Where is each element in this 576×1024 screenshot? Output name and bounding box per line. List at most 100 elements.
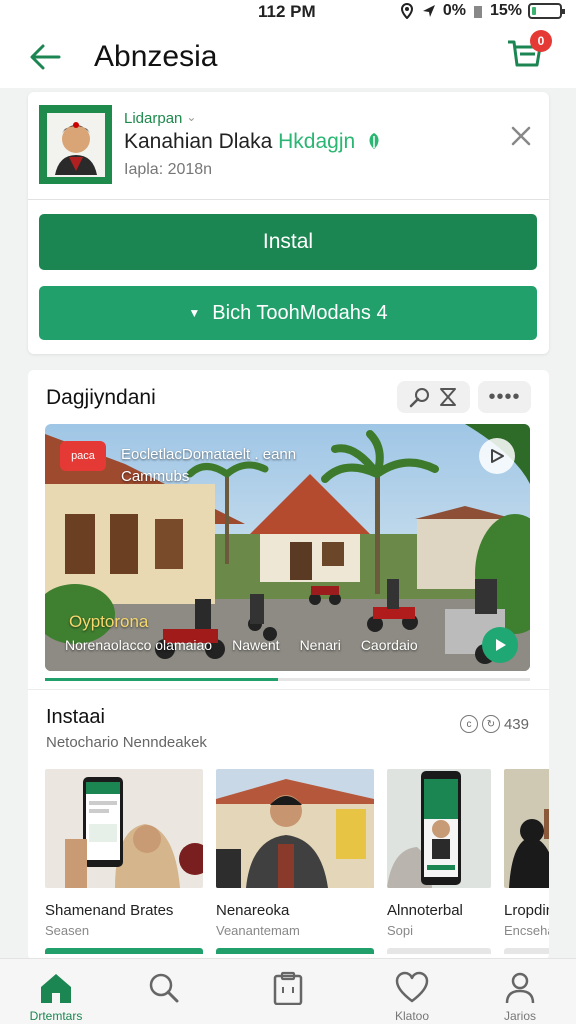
app-header: Abnzesia 0 bbox=[0, 26, 576, 88]
video-caption-line1: EocletlacDomataelt . eann bbox=[121, 446, 297, 463]
nav-search[interactable] bbox=[119, 959, 209, 1024]
play-button[interactable] bbox=[482, 627, 518, 663]
screenshot-image bbox=[45, 769, 203, 888]
screenshot-subtitle: Encsehas bbox=[504, 923, 549, 938]
navigation-icon bbox=[422, 5, 435, 17]
video-badge: paca bbox=[60, 441, 106, 471]
page-title: Abnzesia bbox=[94, 40, 218, 73]
screenshot-card[interactable]: Lropdin Encsehas bbox=[504, 769, 549, 959]
more-icon: •••• bbox=[488, 385, 521, 408]
more-button[interactable]: •••• bbox=[478, 381, 531, 413]
video-subtitle: Caordaio bbox=[360, 637, 418, 653]
action-pill bbox=[397, 381, 470, 413]
search-icon[interactable] bbox=[408, 385, 432, 409]
screenshot-image bbox=[504, 769, 549, 888]
developer-label: Lidarpan bbox=[124, 110, 183, 127]
screenshot-subtitle: Veanantemam bbox=[216, 923, 300, 938]
nav-favorites[interactable]: Klatoo bbox=[367, 959, 457, 1024]
video-subtitle: Nawent bbox=[232, 637, 280, 653]
signal-text: 0% bbox=[442, 2, 466, 19]
screenshot-subtitle: Seasen bbox=[45, 923, 90, 938]
video-label: Oyptorona bbox=[69, 612, 149, 631]
screenshot-title: Lropdin bbox=[504, 902, 549, 919]
location-icon bbox=[400, 3, 413, 19]
nav-profile[interactable]: Jarios bbox=[475, 959, 565, 1024]
app-developer[interactable]: Lidarpan ⌄ bbox=[124, 110, 196, 127]
arrow-left-icon bbox=[30, 44, 61, 70]
leaf-icon bbox=[369, 133, 379, 149]
cart-badge: 0 bbox=[530, 30, 552, 52]
emblem-icon bbox=[46, 112, 105, 177]
heart-icon bbox=[395, 971, 429, 1003]
battery-level bbox=[532, 7, 536, 15]
status-time: 112 PM bbox=[258, 2, 316, 21]
screenshots-count: c ↻ 439 bbox=[459, 715, 529, 733]
screenshot-title: Nenareoka bbox=[216, 902, 290, 919]
nav-label: Klatoo bbox=[394, 1009, 430, 1023]
share-button[interactable] bbox=[479, 438, 515, 474]
refresh-icon: ↻ bbox=[481, 715, 500, 733]
user-icon bbox=[505, 972, 535, 1004]
video-subtitle: Norenaolacco olamaiao bbox=[65, 637, 213, 653]
chevron-down-icon: ▼ bbox=[188, 306, 201, 320]
app-name-prefix: Kanahian Dlaka bbox=[124, 130, 273, 153]
preview-card: Dagjiyndani •••• paca EocletlacDomataelt… bbox=[28, 370, 549, 960]
video-preview[interactable]: paca EocletlacDomataelt . eann Cammubs O… bbox=[45, 424, 530, 671]
screenshot-bar bbox=[45, 948, 203, 954]
nav-library[interactable] bbox=[243, 959, 333, 1024]
battery-text: 15% bbox=[489, 2, 522, 19]
screenshot-card[interactable]: Alnnoterbal Sopi bbox=[387, 769, 491, 959]
share-icon bbox=[491, 449, 504, 463]
screenshot-list: Shamenand Brates Seasen Nenareoka Veanan… bbox=[45, 769, 549, 959]
app-name: Kanahian Dlaka Hkdagjn bbox=[124, 130, 383, 154]
screenshot-image bbox=[387, 769, 491, 888]
app-logo bbox=[39, 105, 112, 184]
hourglass-icon[interactable] bbox=[437, 386, 459, 408]
divider bbox=[28, 199, 549, 200]
battery-icon bbox=[528, 3, 565, 19]
video-caption: EocletlacDomataelt . eann Cammubs bbox=[121, 444, 296, 488]
play-icon bbox=[496, 639, 506, 651]
video-subtitles: Norenaolacco olamaiao Nawent Nenari Caor… bbox=[65, 637, 418, 653]
nav-label: Drtemtars bbox=[29, 1009, 83, 1023]
screenshot-title: Alnnoterbal bbox=[387, 902, 463, 919]
chevron-down-icon: ⌄ bbox=[186, 110, 197, 124]
screenshot-card[interactable]: Nenareoka Veanantemam bbox=[216, 769, 374, 959]
secondary-button-label: Bich ToohModahs 4 bbox=[212, 301, 388, 324]
secondary-button[interactable]: ▼ Bich ToohModahs 4 bbox=[39, 286, 537, 340]
wifi-icon bbox=[473, 6, 482, 18]
screenshot-card[interactable]: Shamenand Brates Seasen bbox=[45, 769, 203, 959]
screenshot-bar bbox=[504, 948, 549, 954]
search-icon bbox=[149, 973, 179, 1003]
back-button[interactable] bbox=[18, 30, 72, 84]
close-icon bbox=[511, 126, 531, 146]
home-icon bbox=[41, 974, 71, 1003]
divider bbox=[28, 689, 549, 690]
info-icon: c bbox=[459, 715, 478, 733]
status-bar: 112 PM 0% 15% bbox=[0, 0, 576, 26]
video-progress[interactable] bbox=[45, 678, 530, 681]
clipboard-icon bbox=[273, 971, 303, 1005]
screenshot-title: Shamenand Brates bbox=[45, 902, 174, 919]
screenshot-bar bbox=[387, 948, 491, 954]
screenshots-count-value: 439 bbox=[503, 715, 529, 733]
install-button[interactable]: Instal bbox=[39, 214, 537, 270]
video-subtitle: Nenari bbox=[299, 637, 341, 653]
close-button[interactable] bbox=[507, 122, 535, 150]
video-progress-fill bbox=[45, 678, 278, 681]
screenshots-title: Instaai bbox=[46, 706, 105, 728]
app-info-card: Lidarpan ⌄ Kanahian Dlaka Hkdagjn Iapla:… bbox=[28, 92, 549, 354]
nav-label: Jarios bbox=[503, 1009, 536, 1023]
app-name-accent: Hkdagjn bbox=[278, 130, 356, 153]
bottom-navigation: Drtemtars Klatoo Jarios bbox=[0, 958, 576, 1024]
nav-home[interactable]: Drtemtars bbox=[11, 959, 101, 1024]
preview-title: Dagjiyndani bbox=[46, 386, 156, 409]
screenshot-image bbox=[216, 769, 374, 888]
screenshot-subtitle: Sopi bbox=[387, 923, 414, 938]
cart-button[interactable]: 0 bbox=[504, 30, 552, 76]
video-caption-line2: Cammubs bbox=[121, 467, 190, 485]
app-meta: Iapla: 2018n bbox=[124, 161, 213, 178]
status-icons: 0% 15% bbox=[399, 2, 565, 20]
screenshots-subtitle: Netochario Nenndeakek bbox=[46, 734, 207, 751]
screenshot-bar bbox=[216, 948, 374, 954]
